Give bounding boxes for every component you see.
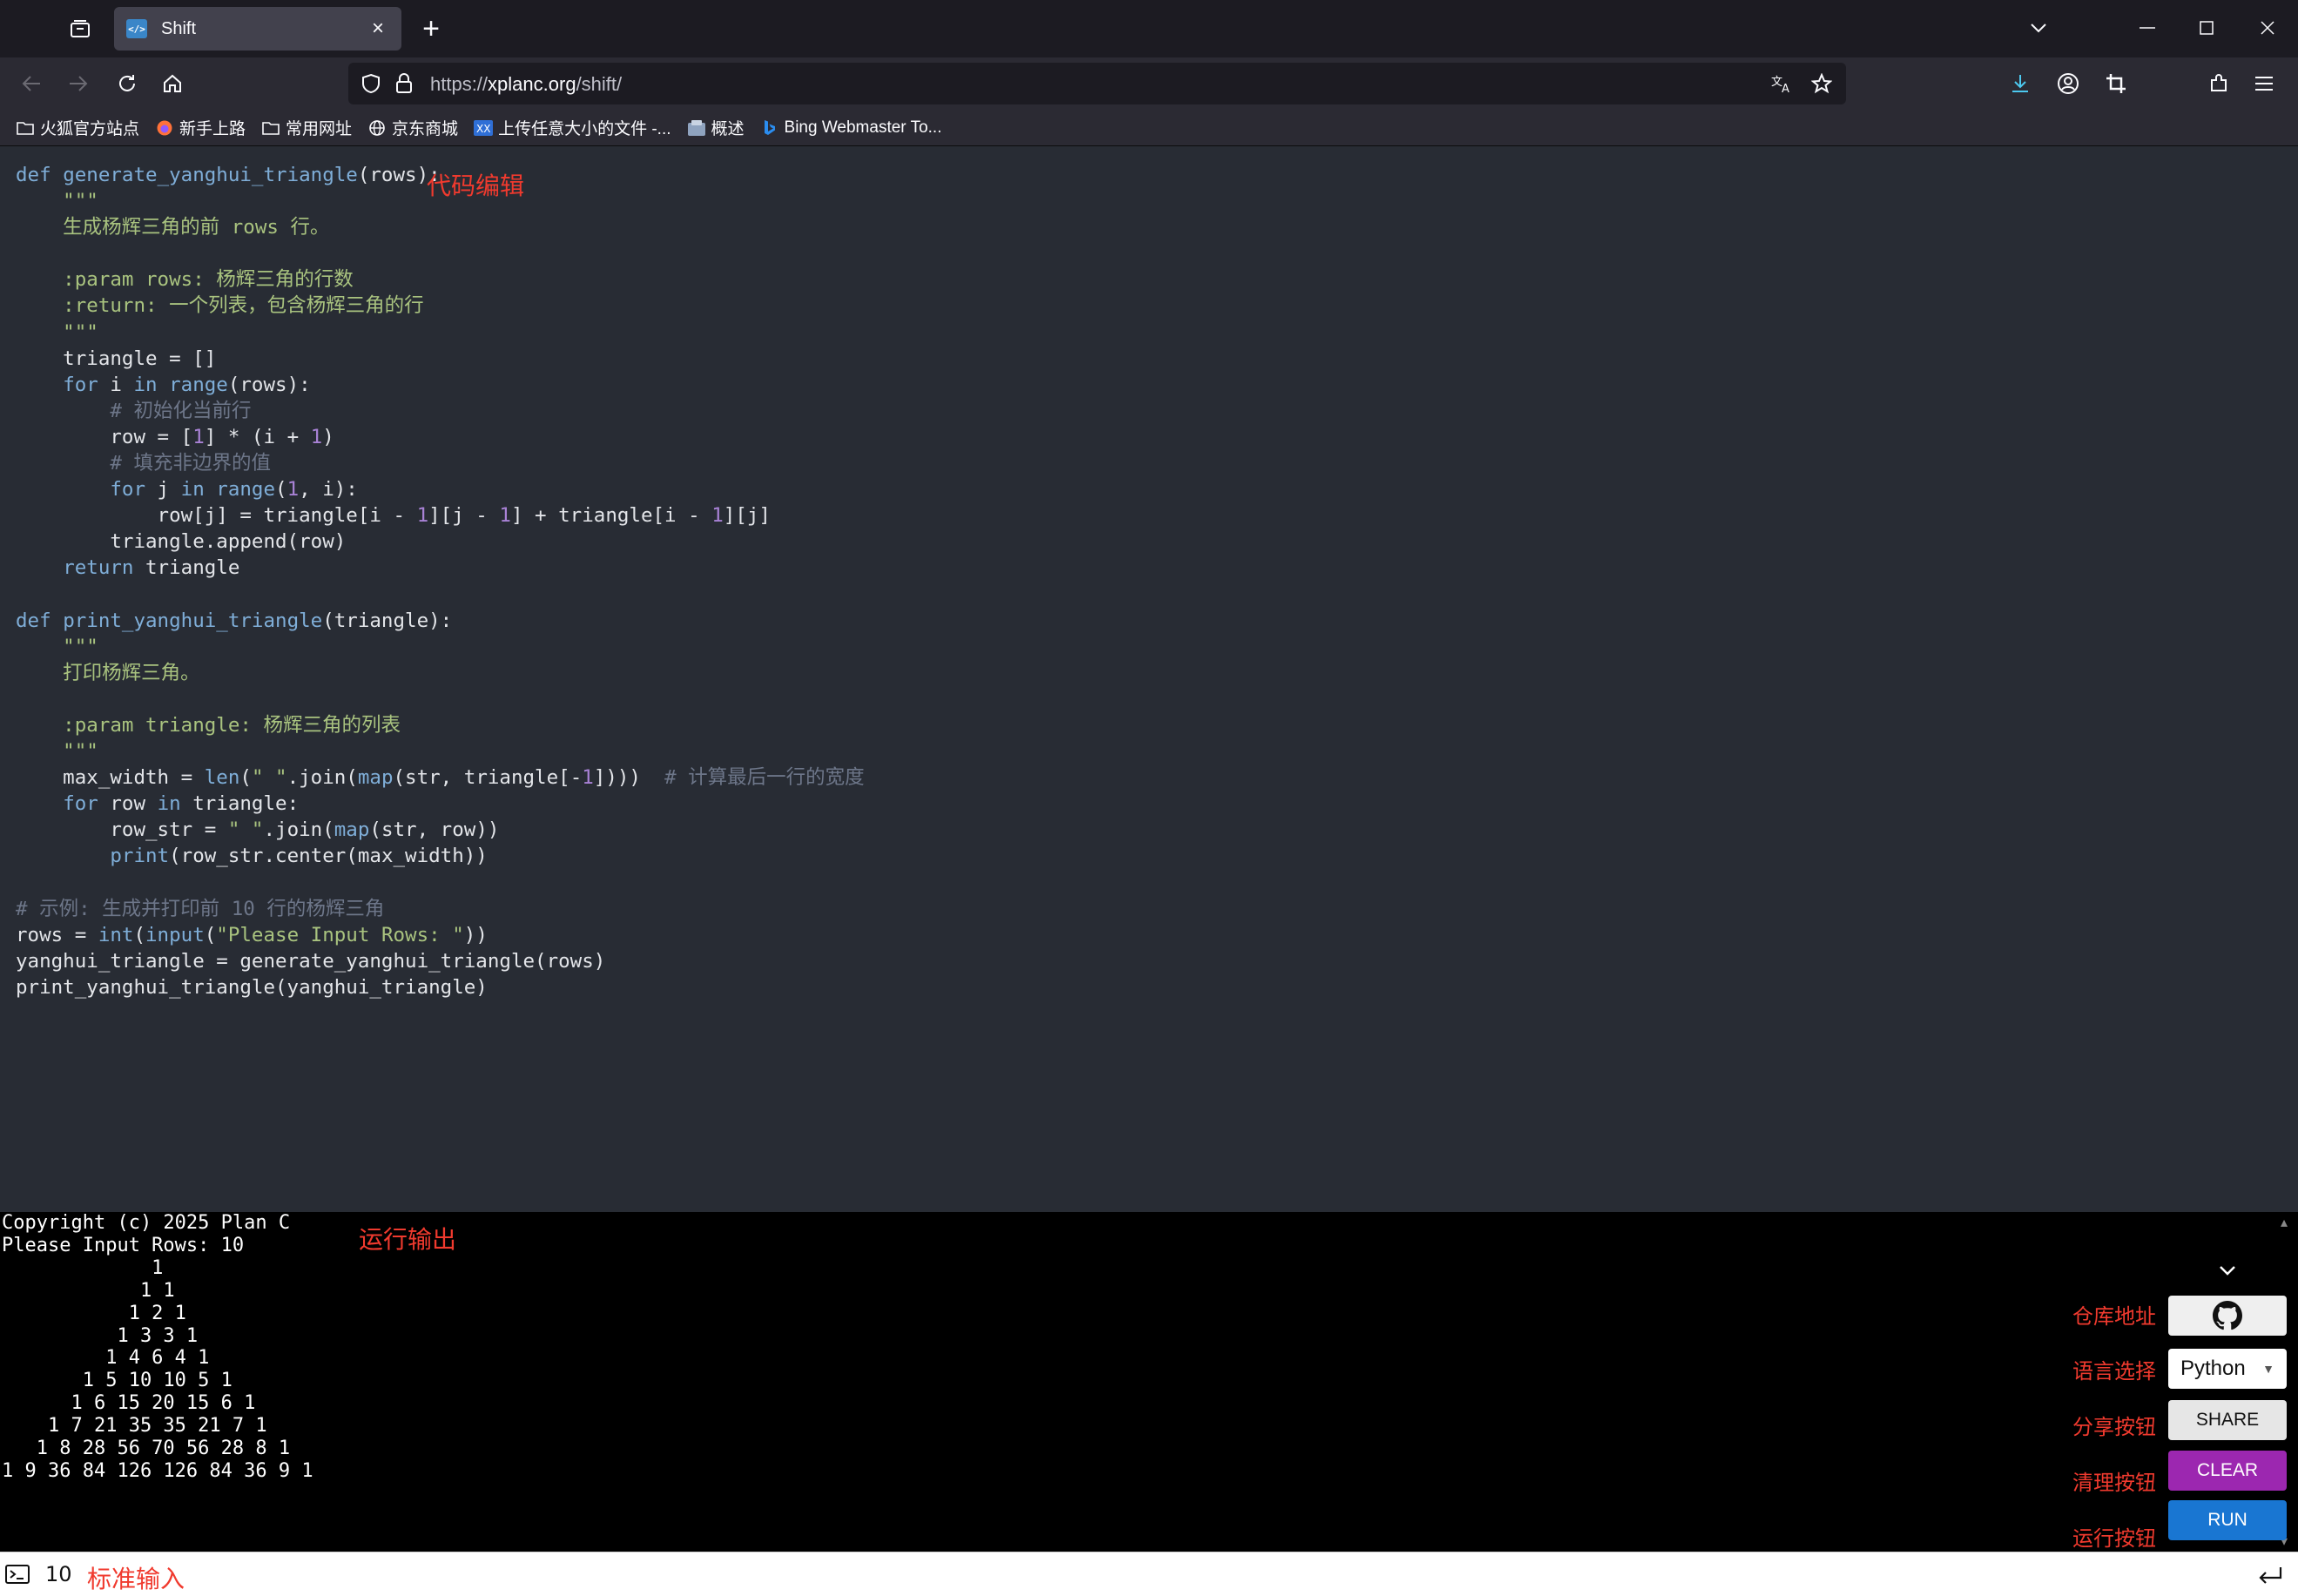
- stdin-bar: 标准输入: [0, 1552, 2298, 1596]
- bookmark-item[interactable]: XX 上传任意大小的文件 -...: [474, 116, 671, 139]
- downloads-icon[interactable]: [2003, 66, 2038, 101]
- share-button[interactable]: SHARE: [2168, 1400, 2287, 1440]
- screenshot-crop-icon[interactable]: [2099, 66, 2133, 101]
- bookmark-item[interactable]: 概述: [687, 116, 745, 139]
- bookmark-label: 上传任意大小的文件 -...: [498, 120, 671, 138]
- tab-list-chevron-icon[interactable]: [2020, 10, 2057, 45]
- globe-icon: [367, 119, 387, 137]
- bookmark-item[interactable]: 火狐官方站点: [16, 116, 139, 139]
- minimize-icon[interactable]: [2129, 10, 2166, 45]
- language-selected-value: Python: [2180, 1357, 2246, 1380]
- navigation-toolbar: https://xplanc.org/shift/ 文A: [0, 57, 2298, 110]
- upload-site-icon: XX: [474, 119, 494, 137]
- menu-hamburger-icon[interactable]: [2247, 66, 2281, 101]
- site-icon: [687, 119, 706, 137]
- folder-icon: [16, 119, 35, 137]
- share-annotation: 分享按钮: [2072, 1415, 2156, 1439]
- stdin-annotation: 标准输入: [87, 1565, 185, 1593]
- output-panel: Copyright (c) 2025 Plan C Please Input R…: [0, 1212, 2298, 1552]
- svg-text:XX: XX: [476, 123, 490, 135]
- bookmarks-toolbar: 火狐官方站点 新手上路 常用网址 京东商城 XX 上传任意大小的文件 -... …: [0, 110, 2298, 146]
- forward-arrow-icon[interactable]: [61, 66, 96, 101]
- repo-annotation: 仓库地址: [2072, 1304, 2156, 1329]
- clear-annotation: 清理按钮: [2072, 1471, 2156, 1495]
- tab-shift[interactable]: </> Shift ×: [114, 7, 401, 51]
- reload-icon[interactable]: [110, 66, 145, 101]
- lock-icon[interactable]: [390, 70, 418, 98]
- scroll-up-icon[interactable]: ▴: [2281, 1214, 2296, 1230]
- back-arrow-icon[interactable]: [14, 66, 49, 101]
- editor-annotation: 代码编辑: [427, 172, 525, 200]
- bookmark-item[interactable]: 新手上路: [155, 116, 246, 139]
- dropdown-caret-icon: ▼: [2262, 1362, 2274, 1376]
- new-tab-plus-icon[interactable]: +: [414, 12, 448, 45]
- bookmark-label: Bing Webmaster To...: [784, 118, 942, 137]
- tracking-shield-icon[interactable]: [357, 70, 385, 98]
- bookmark-star-icon[interactable]: [1808, 70, 1836, 98]
- run-button[interactable]: RUN: [2168, 1500, 2287, 1540]
- clear-button[interactable]: CLEAR: [2168, 1451, 2287, 1491]
- code-favicon-icon: </>: [126, 19, 147, 38]
- bookmark-label: 新手上路: [179, 120, 246, 138]
- tab-overview-icon[interactable]: [63, 12, 98, 45]
- firefox-icon: [155, 119, 174, 137]
- close-window-icon[interactable]: [2249, 10, 2286, 45]
- bookmark-label: 常用网址: [286, 120, 353, 138]
- close-tab-icon[interactable]: ×: [367, 17, 389, 40]
- bookmark-item[interactable]: 常用网址: [261, 116, 352, 139]
- bing-icon: [760, 119, 779, 137]
- output-annotation: 运行输出: [359, 1225, 457, 1254]
- collapse-chevron-icon[interactable]: [2215, 1258, 2240, 1283]
- run-annotation: 运行按钮: [2072, 1526, 2156, 1551]
- bookmark-label: 京东商城: [392, 120, 459, 138]
- tab-title: Shift: [161, 18, 197, 38]
- github-icon: [2213, 1301, 2242, 1330]
- bookmark-item[interactable]: 京东商城: [367, 116, 458, 139]
- account-icon[interactable]: [2051, 66, 2086, 101]
- code-editor[interactable]: def generate_yanghui_triangle(rows): """…: [0, 146, 2298, 1212]
- extensions-icon[interactable]: [2201, 66, 2236, 101]
- github-repo-button[interactable]: [2168, 1296, 2287, 1336]
- address-bar[interactable]: https://xplanc.org/shift/ 文A: [348, 63, 1846, 104]
- url-text[interactable]: https://xplanc.org/shift/: [430, 73, 622, 96]
- output-text: Copyright (c) 2025 Plan C Please Input R…: [2, 1212, 313, 1482]
- language-select[interactable]: Python ▼: [2168, 1349, 2287, 1389]
- code-content[interactable]: def generate_yanghui_triangle(rows): """…: [16, 162, 865, 1000]
- translate-icon[interactable]: 文A: [1768, 70, 1796, 98]
- stdin-input[interactable]: [45, 1559, 2205, 1589]
- bookmark-item[interactable]: Bing Webmaster To...: [760, 118, 942, 138]
- terminal-icon: [5, 1565, 30, 1586]
- tab-bar: </> Shift × +: [0, 0, 2298, 57]
- language-annotation: 语言选择: [2072, 1359, 2156, 1384]
- home-icon[interactable]: [155, 66, 190, 101]
- maximize-icon[interactable]: [2188, 10, 2225, 45]
- folder-icon: [261, 119, 280, 137]
- svg-text:A: A: [1782, 83, 1789, 94]
- bookmark-label: 火狐官方站点: [40, 120, 140, 138]
- enter-icon[interactable]: [2255, 1561, 2285, 1589]
- bookmark-label: 概述: [711, 120, 745, 138]
